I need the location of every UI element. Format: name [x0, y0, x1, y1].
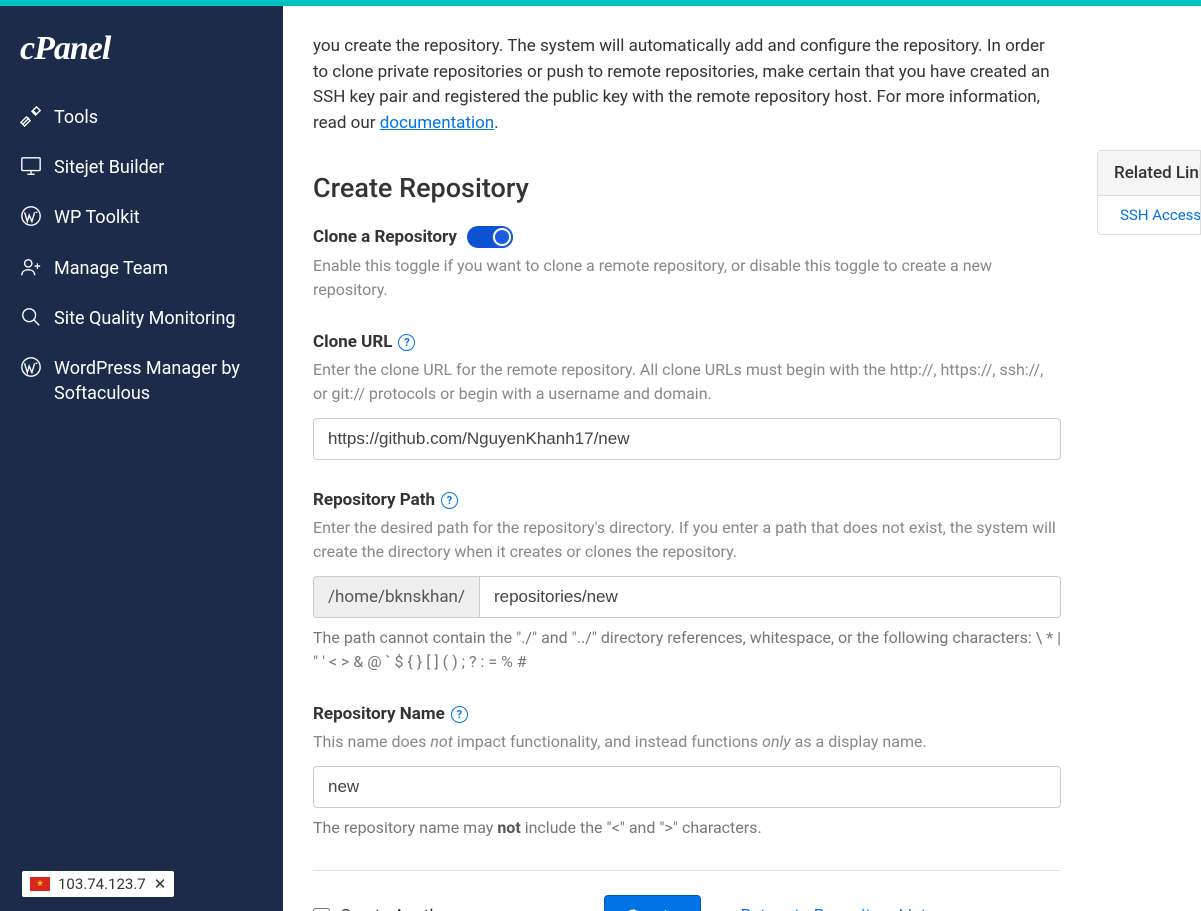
- magnifier-icon: [16, 305, 46, 329]
- repo-path-input-group: /home/bknskhan/: [313, 576, 1061, 618]
- clone-url-input[interactable]: [313, 418, 1061, 460]
- sidebar-item-sitequality[interactable]: Site Quality Monitoring: [0, 293, 283, 343]
- repo-path-label: Repository Path: [313, 490, 435, 510]
- field-label-row: Clone URL ?: [313, 332, 1061, 352]
- monitor-icon: [16, 154, 46, 178]
- create-another-label[interactable]: Create Another: [340, 906, 454, 911]
- create-another-checkbox[interactable]: [313, 908, 330, 911]
- help-icon[interactable]: ?: [441, 492, 458, 509]
- wordpress-icon: [16, 204, 46, 228]
- tools-icon: [16, 104, 46, 128]
- page-title: Create Repository: [313, 172, 1061, 204]
- actions-row: Create Another Create Return to Reposito…: [313, 895, 1061, 911]
- repo-name-group: Repository Name ? This name does not imp…: [313, 704, 1061, 840]
- wordpress-icon: [16, 355, 46, 379]
- ssh-access-link[interactable]: SSH Access: [1098, 196, 1200, 234]
- flag-icon: [30, 877, 50, 891]
- main-content: you create the repository. The system wi…: [283, 6, 1201, 911]
- clone-url-group: Clone URL ? Enter the clone URL for the …: [313, 332, 1061, 460]
- help-icon[interactable]: ?: [398, 334, 415, 351]
- help-icon[interactable]: ?: [451, 706, 468, 723]
- repo-path-prefix: /home/bknskhan/: [313, 576, 479, 618]
- sidebar-item-wpmanager[interactable]: WordPress Manager by Softaculous: [0, 343, 283, 418]
- clone-toggle-switch[interactable]: [467, 226, 513, 248]
- clone-toggle-help: Enable this toggle if you want to clone …: [313, 254, 1061, 302]
- clone-toggle-group: Clone a Repository Enable this toggle if…: [313, 226, 1061, 302]
- related-links-panel: Related Links SSH Access: [1097, 150, 1201, 235]
- team-icon: [16, 255, 46, 279]
- sidebar-item-label: WP Toolkit: [54, 204, 140, 230]
- repo-path-help: Enter the desired path for the repositor…: [313, 516, 1061, 564]
- sidebar-item-label: Tools: [54, 104, 98, 130]
- app-shell: cPanel Tools Sitejet Builder WP Toolkit: [0, 6, 1201, 911]
- related-header: Related Links: [1098, 151, 1200, 196]
- repo-name-label: Repository Name: [313, 704, 445, 724]
- clone-url-label: Clone URL: [313, 332, 392, 352]
- sidebar-item-label: Manage Team: [54, 255, 168, 281]
- sidebar-item-tools[interactable]: Tools: [0, 92, 283, 142]
- create-button[interactable]: Create: [604, 895, 701, 911]
- sidebar-item-sitejet[interactable]: Sitejet Builder: [0, 142, 283, 192]
- brand-logo[interactable]: cPanel: [0, 30, 283, 92]
- repo-path-input[interactable]: [479, 576, 1061, 618]
- ip-badge[interactable]: 103.74.123.7 ✕: [22, 871, 174, 897]
- clone-toggle-label: Clone a Repository: [313, 227, 457, 247]
- create-another-wrap: Create Another: [313, 906, 454, 911]
- clone-url-help: Enter the clone URL for the remote repos…: [313, 358, 1061, 406]
- intro-text: you create the repository. The system wi…: [313, 34, 1061, 136]
- sidebar-nav: Tools Sitejet Builder WP Toolkit Manage …: [0, 92, 283, 418]
- ip-value: 103.74.123.7: [58, 875, 146, 893]
- brand-text: cPanel: [20, 30, 110, 67]
- close-icon[interactable]: ✕: [154, 875, 167, 893]
- field-label-row: Clone a Repository: [313, 226, 1061, 248]
- field-label-row: Repository Name ?: [313, 704, 1061, 724]
- repo-name-note: The repository name may not include the …: [313, 816, 1061, 840]
- sidebar-item-label: WordPress Manager by Softaculous: [54, 355, 267, 406]
- sidebar: cPanel Tools Sitejet Builder WP Toolkit: [0, 6, 283, 911]
- field-label-row: Repository Path ?: [313, 490, 1061, 510]
- repo-name-input[interactable]: [313, 766, 1061, 808]
- intro-suffix: .: [494, 113, 498, 133]
- repo-path-note: The path cannot contain the "./" and "..…: [313, 626, 1061, 674]
- sidebar-item-manageteam[interactable]: Manage Team: [0, 243, 283, 293]
- sidebar-item-wptoolkit[interactable]: WP Toolkit: [0, 192, 283, 242]
- content-wrap: you create the repository. The system wi…: [313, 34, 1061, 911]
- return-link[interactable]: Return to Repository List: [741, 906, 927, 911]
- ssh-access-label: SSH Access: [1120, 206, 1201, 224]
- sidebar-item-label: Site Quality Monitoring: [54, 305, 236, 331]
- divider: [313, 870, 1061, 871]
- sidebar-item-label: Sitejet Builder: [54, 154, 164, 180]
- repo-path-group: Repository Path ? Enter the desired path…: [313, 490, 1061, 674]
- documentation-link[interactable]: documentation: [380, 113, 494, 133]
- repo-name-help: This name does not impact functionality,…: [313, 730, 1061, 754]
